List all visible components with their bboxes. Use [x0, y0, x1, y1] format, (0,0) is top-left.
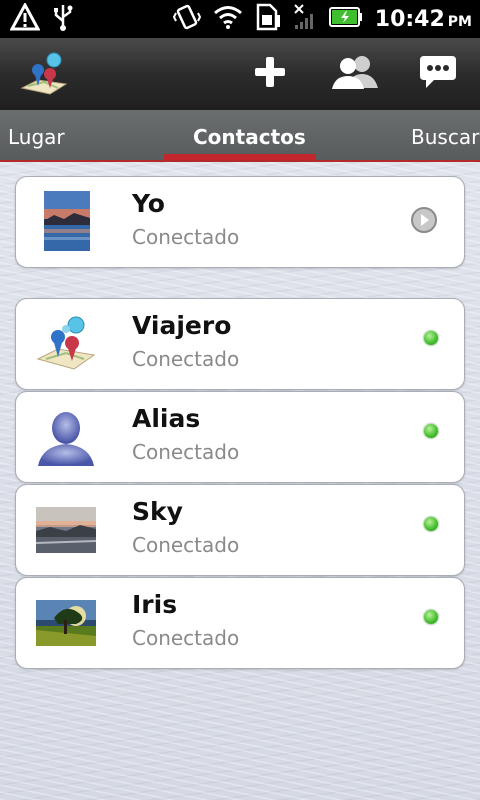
contact-name: Iris: [132, 590, 178, 619]
add-icon: [253, 55, 287, 93]
no-signal-icon: [293, 3, 317, 35]
contact-name: Sky: [132, 497, 183, 526]
avatar: [36, 313, 96, 373]
active-tab-indicator: [164, 154, 316, 160]
action-bar: [0, 38, 480, 111]
contact-name: Alias: [132, 404, 201, 433]
contact-name: Viajero: [132, 311, 232, 340]
clock-time: 10:42: [374, 6, 445, 32]
clock-ampm: PM: [447, 13, 472, 30]
battery-charging-icon: [328, 6, 363, 32]
contact-name: Yo: [132, 189, 165, 218]
tab-lugar[interactable]: Lugar: [8, 110, 65, 160]
contact-status: Conectado: [132, 347, 240, 371]
contact-list-item[interactable]: Viajero Conectado: [15, 298, 465, 390]
app-logo-icon[interactable]: [18, 48, 70, 100]
avatar: [36, 600, 96, 646]
chevron-right-icon[interactable]: [410, 206, 438, 234]
contact-status: Conectado: [132, 225, 240, 249]
contact-status: Conectado: [132, 626, 240, 650]
vibrate-icon: [172, 3, 201, 35]
chat-button[interactable]: [416, 52, 460, 96]
clock: 10:42 PM: [375, 7, 472, 32]
wifi-icon: [213, 4, 243, 34]
my-profile-card[interactable]: Yo Conectado: [15, 176, 465, 268]
tab-buscar[interactable]: Buscar: [411, 110, 479, 160]
group-button[interactable]: [330, 52, 380, 96]
usb-icon: [52, 3, 74, 35]
tab-bar: Lugar Contactos Buscar: [0, 110, 480, 162]
tab-contactos[interactable]: Contactos: [193, 110, 306, 160]
add-button[interactable]: [248, 52, 292, 96]
online-status-dot: [424, 424, 438, 438]
online-status-dot: [424, 610, 438, 624]
group-icon: [330, 54, 380, 94]
online-status-dot: [424, 331, 438, 345]
avatar: [36, 406, 96, 466]
contact-list-item[interactable]: Sky Conectado: [15, 484, 465, 576]
chat-icon: [418, 54, 458, 94]
sim-icon: [255, 3, 281, 35]
status-bar: 10:42 PM: [0, 0, 480, 38]
warning-icon: [9, 1, 41, 35]
online-status-dot: [424, 517, 438, 531]
contact-status: Conectado: [132, 440, 240, 464]
contact-list-item[interactable]: Iris Conectado: [15, 577, 465, 669]
contact-list-item[interactable]: Alias Conectado: [15, 391, 465, 483]
contact-status: Conectado: [132, 533, 240, 557]
avatar: [35, 507, 97, 553]
avatar: [44, 191, 90, 251]
